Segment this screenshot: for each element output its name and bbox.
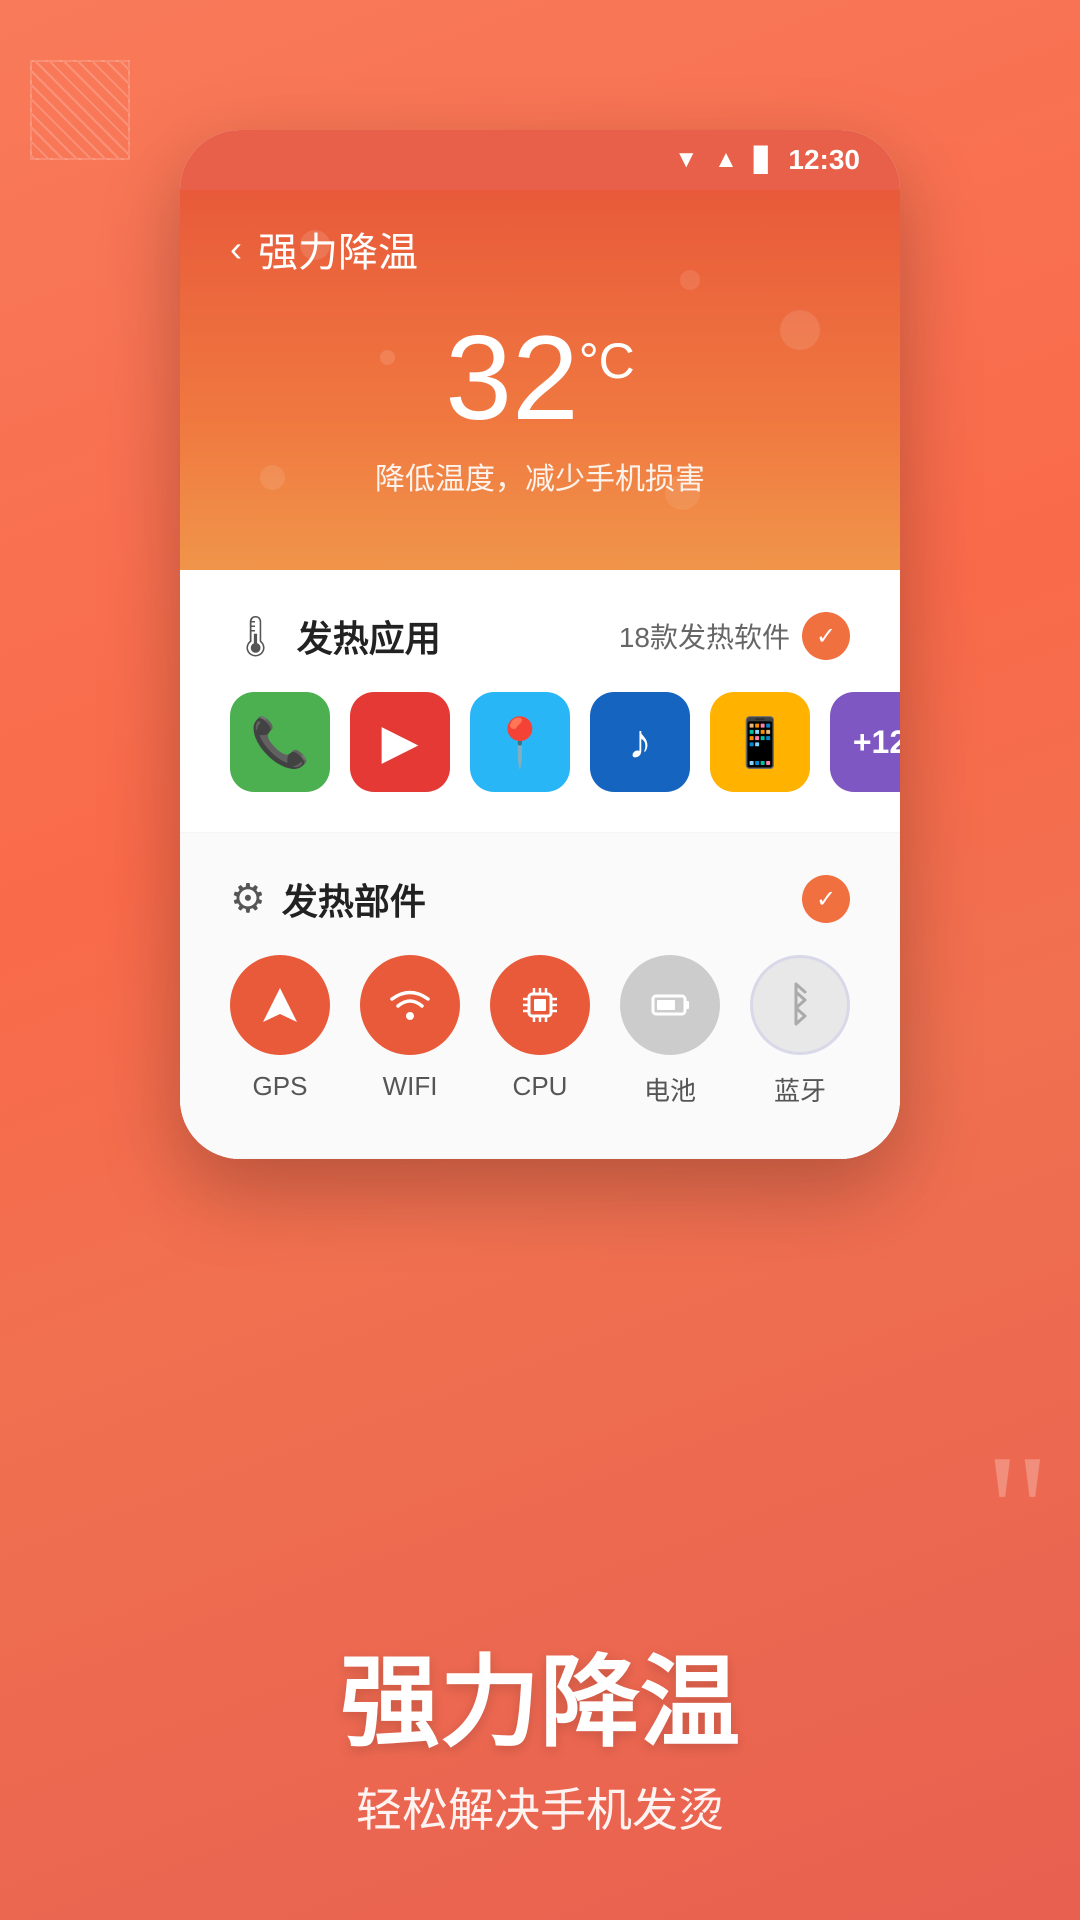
- hot-apps-row: 📞 ▶ 📍 ♪ 📱 +12: [230, 692, 850, 792]
- more-count-label: +12: [853, 724, 900, 761]
- cpu-label: CPU: [513, 1071, 568, 1102]
- hot-components-title-area: ⚙ 发热部件: [230, 873, 426, 925]
- bluetooth-icon: [773, 978, 827, 1032]
- signal-icon: ▲: [714, 146, 738, 174]
- temperature-description: 降低温度，减少手机损害: [230, 454, 850, 498]
- temperature-value: 32°C: [230, 318, 850, 438]
- gps-label: GPS: [253, 1071, 308, 1102]
- bubble-1: [300, 230, 330, 260]
- map-icon: 📍: [490, 714, 550, 771]
- battery-icon: ▊: [754, 146, 772, 175]
- temperature-display: 32°C 降低温度，减少手机损害: [230, 318, 850, 498]
- status-time: 12:30: [788, 144, 860, 176]
- component-battery[interactable]: 电池: [620, 955, 720, 1108]
- app-icon-map[interactable]: 📍: [470, 692, 570, 792]
- bluetooth-label: 蓝牙: [774, 1071, 826, 1108]
- phone-header: ‹ 强力降温 32°C 降低温度，减少手机损害: [180, 190, 900, 570]
- hot-apps-title-area: 🌡 发热应用: [230, 610, 441, 662]
- component-wifi[interactable]: WIFI: [360, 955, 460, 1102]
- app-icon-video[interactable]: ▶: [350, 692, 450, 792]
- temp-unit: °C: [579, 333, 635, 389]
- video-icon: ▶: [382, 714, 419, 770]
- wifi-circle: [360, 955, 460, 1055]
- component-cpu[interactable]: CPU: [490, 955, 590, 1102]
- components-row: GPS WIFI: [230, 955, 850, 1108]
- bubble-5: [665, 475, 700, 510]
- phone-icon: 📞: [250, 714, 310, 771]
- battery-label: 电池: [644, 1071, 696, 1108]
- cards-area: 🌡 发热应用 18款发热软件 ✓ 📞 ▶ 📍: [180, 570, 900, 1159]
- wifi-icon: ▼: [674, 146, 698, 174]
- temp-digits: 32: [445, 311, 578, 445]
- battery-circle: [620, 955, 720, 1055]
- cpu-circle: [490, 955, 590, 1055]
- hot-components-title: 发热部件: [282, 873, 426, 925]
- hot-apps-check-icon[interactable]: ✓: [802, 612, 850, 660]
- app-icon-phone[interactable]: 📞: [230, 692, 330, 792]
- cpu-icon: [513, 978, 567, 1032]
- back-arrow-icon[interactable]: ‹: [230, 228, 242, 270]
- hot-components-card: ⚙ 发热部件 ✓ GPS: [180, 833, 900, 1159]
- bubble-4: [260, 465, 285, 490]
- status-bar: ▼ ▲ ▊ 12:30: [180, 130, 900, 190]
- bluetooth-circle: [750, 955, 850, 1055]
- wifi-label: WIFI: [383, 1071, 438, 1102]
- gps-icon: [255, 980, 305, 1030]
- hot-apps-header: 🌡 发热应用 18款发热软件 ✓: [230, 610, 850, 662]
- hot-components-check-icon[interactable]: ✓: [802, 875, 850, 923]
- app-icon-more[interactable]: +12: [830, 692, 900, 792]
- gear-icon: ⚙: [230, 876, 266, 922]
- hot-apps-title: 发热应用: [297, 610, 441, 662]
- hot-apps-badge: 18款发热软件 ✓: [619, 612, 850, 660]
- phone-mockup: ▼ ▲ ▊ 12:30 ‹ 强力降温 32°C 降低温度，减少手机损害: [180, 130, 900, 1159]
- component-bluetooth[interactable]: 蓝牙: [750, 955, 850, 1108]
- bubble-2: [680, 270, 700, 290]
- music-icon: ♪: [628, 715, 652, 770]
- bubble-3: [780, 310, 820, 350]
- app-icon-phone2[interactable]: 📱: [710, 692, 810, 792]
- thermometer-icon: 🌡: [230, 613, 281, 660]
- page-title: 强力降温: [258, 220, 418, 278]
- component-gps[interactable]: GPS: [230, 955, 330, 1102]
- bottom-title: 强力降温: [60, 1648, 1020, 1758]
- hot-apps-card: 🌡 发热应用 18款发热软件 ✓ 📞 ▶ 📍: [180, 570, 900, 833]
- wifi-icon: [383, 978, 437, 1032]
- decorative-quote: ": [985, 1430, 1050, 1590]
- gps-circle: [230, 955, 330, 1055]
- hot-apps-count: 18款发热软件: [619, 616, 790, 656]
- hot-components-header: ⚙ 发热部件 ✓: [230, 873, 850, 925]
- phone2-icon: 📱: [730, 714, 790, 771]
- decorative-hatch: [30, 60, 130, 160]
- bubble-6: [380, 350, 395, 365]
- battery-icon: [643, 978, 697, 1032]
- app-icon-music[interactable]: ♪: [590, 692, 690, 792]
- bottom-text-area: 强力降温 轻松解决手机发烫: [0, 1648, 1080, 1840]
- bottom-subtitle: 轻松解决手机发烫: [60, 1774, 1020, 1840]
